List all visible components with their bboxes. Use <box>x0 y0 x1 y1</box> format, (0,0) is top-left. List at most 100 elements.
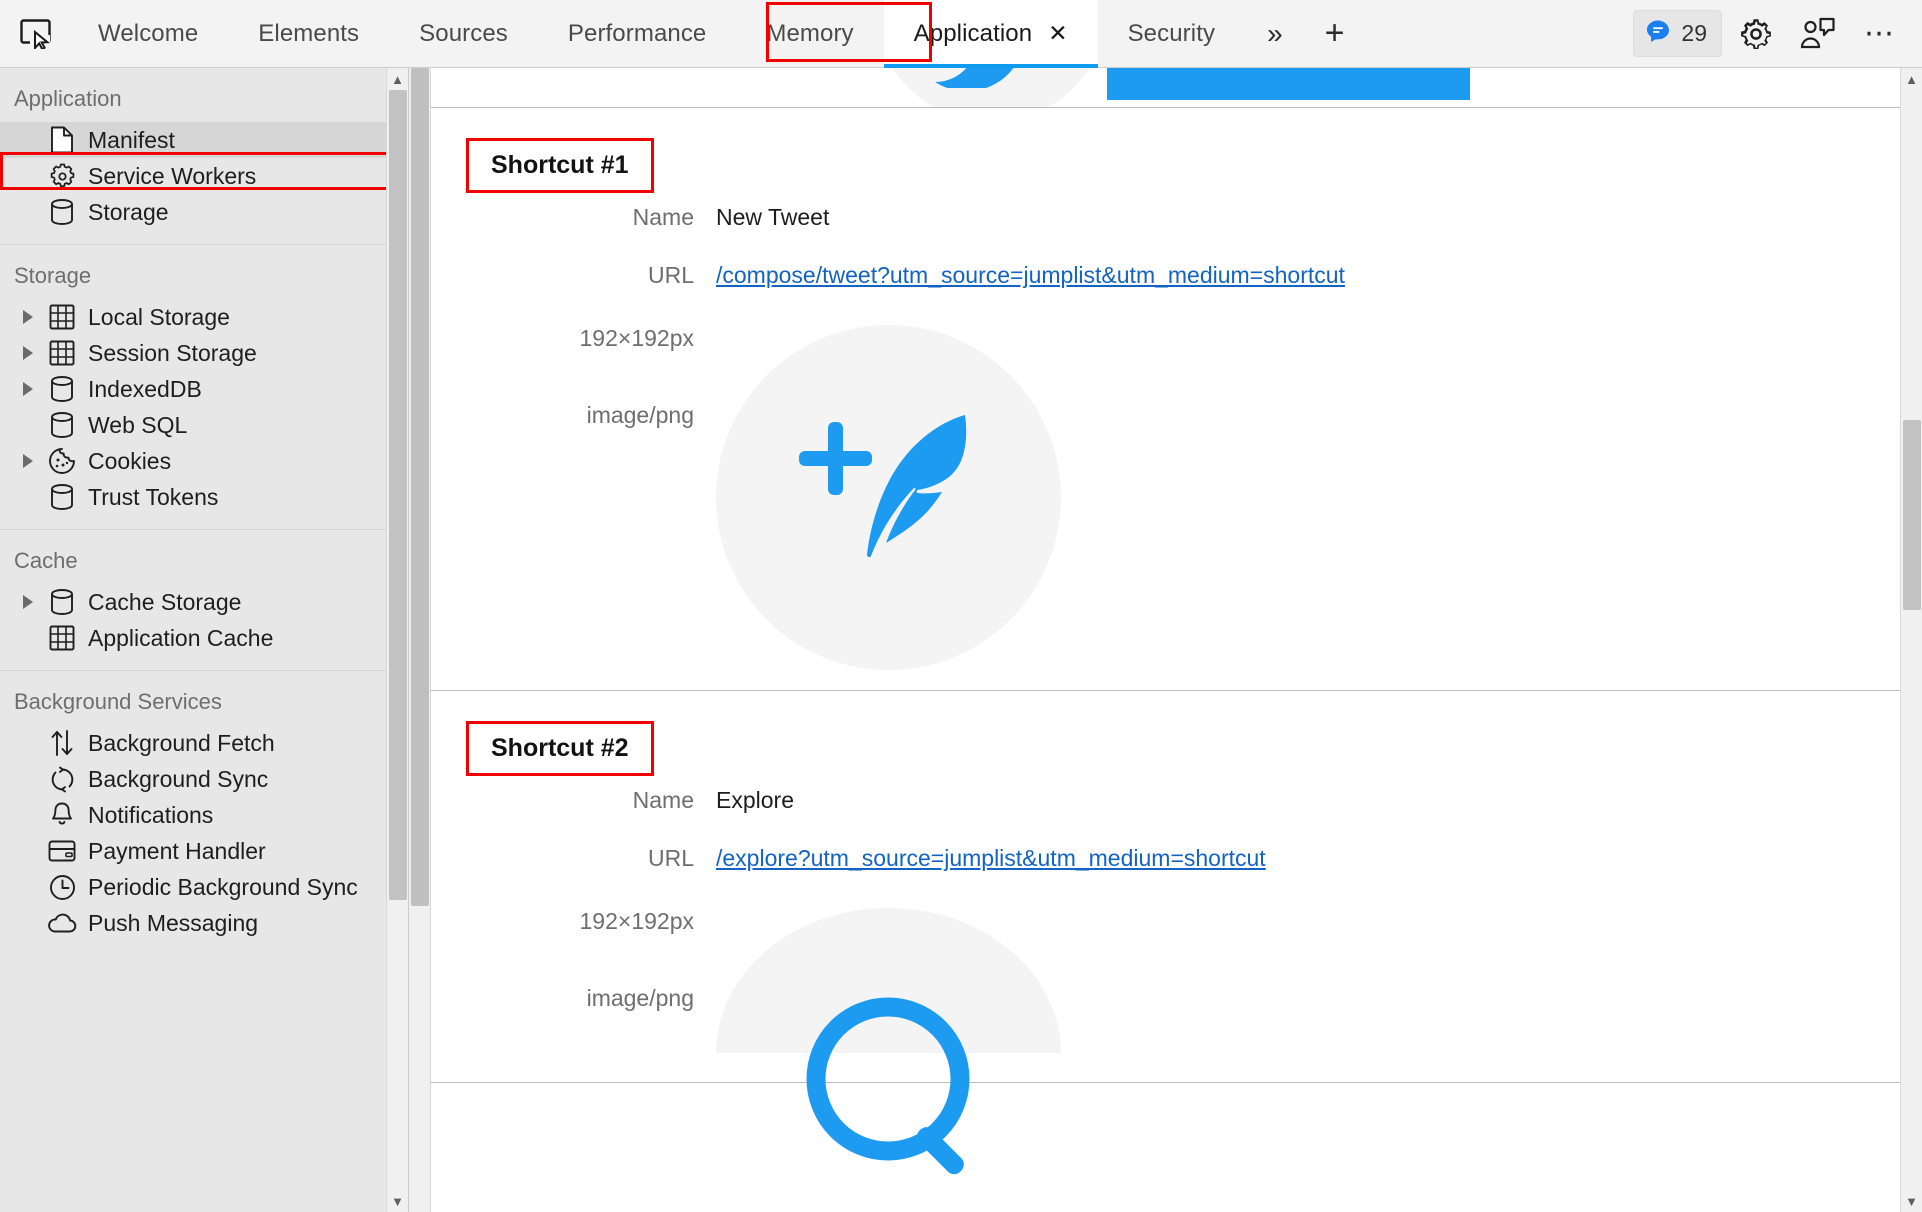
expand-triangle-icon[interactable] <box>14 310 42 324</box>
gear-icon <box>42 163 82 190</box>
table-grid-icon <box>42 304 82 330</box>
shortcut-1-image-type: image/png <box>586 402 694 429</box>
sidebar-item-label: Web SQL <box>88 411 188 438</box>
expand-triangle-icon[interactable] <box>14 382 42 396</box>
tab-sources[interactable]: Sources <box>389 0 538 68</box>
devtools-window: Welcome Elements Sources Performance Mem… <box>0 0 1922 1212</box>
shortcut-1-image-meta: 192×192px image/png <box>431 325 716 479</box>
expand-triangle-icon[interactable] <box>14 595 42 609</box>
shortcut-2-image-type: image/png <box>586 985 694 1012</box>
tab-security[interactable]: Security <box>1098 0 1246 68</box>
field-label-url: URL <box>647 844 694 871</box>
section-title: Cache <box>14 548 78 573</box>
sidebar-item-push-messaging[interactable]: Push Messaging <box>0 905 408 941</box>
sidebar-item-web-sql[interactable]: Web SQL <box>0 407 408 443</box>
shortcut-1-icon-preview <box>716 325 1061 671</box>
sidebar-item-cache-storage[interactable]: Cache Storage <box>0 584 408 620</box>
sidebar-item-label: Payment Handler <box>88 837 266 864</box>
twitter-explore-hashtag-icon <box>806 997 970 1175</box>
expand-triangle-icon[interactable] <box>14 346 42 360</box>
sidebar-item-periodic-background-sync[interactable]: Periodic Background Sync <box>0 869 408 905</box>
application-sidebar: Application Manifest Service Workers Sto… <box>0 68 409 1212</box>
tab-elements[interactable]: Elements <box>228 0 389 68</box>
sidebar-section-storage: Storage Local Storage Session Storage In… <box>0 245 408 530</box>
tab-label: Security <box>1127 19 1216 47</box>
sidebar-item-label: Notifications <box>88 801 214 828</box>
scroll-down-arrow-icon[interactable]: ▼ <box>387 1190 409 1212</box>
previous-icon-preview-strip <box>431 68 1922 108</box>
close-icon[interactable]: ✕ <box>1048 22 1067 45</box>
tab-label: Sources <box>419 19 508 47</box>
issues-badge[interactable]: 29 <box>1633 10 1722 57</box>
twitter-bird-icon-partial <box>935 68 1014 88</box>
sidebar-item-indexeddb[interactable]: IndexedDB <box>0 371 408 407</box>
shortcut-block-1: Shortcut #1 Name New Tweet URL /compose/… <box>431 108 1922 692</box>
tab-performance[interactable]: Performance <box>538 0 737 68</box>
sidebar-scrollbar[interactable]: ▲ ▼ <box>386 68 408 1212</box>
sidebar-item-label: Periodic Background Sync <box>88 873 358 900</box>
sidebar-item-cookies[interactable]: Cookies <box>0 443 408 479</box>
sidebar-item-label: Local Storage <box>88 303 230 330</box>
shortcut-1-icon-row: 192×192px image/png <box>431 325 1922 690</box>
toolbar-right-actions: 29 ⋯ <box>1633 6 1922 62</box>
sidebar-item-trust-tokens[interactable]: Trust Tokens <box>0 479 408 515</box>
tab-label: Welcome <box>98 19 199 47</box>
inspect-element-icon[interactable] <box>6 6 68 62</box>
database-icon <box>42 375 82 403</box>
manifest-scrollbar[interactable]: ▲ ▼ <box>1900 68 1922 1212</box>
field-label-name: Name <box>632 204 694 230</box>
sidebar-item-background-sync[interactable]: Background Sync <box>0 761 408 797</box>
add-panel-icon[interactable]: + <box>1305 0 1365 68</box>
scroll-up-arrow-icon[interactable]: ▲ <box>387 68 409 90</box>
database-icon <box>42 483 82 511</box>
feedback-person-icon[interactable] <box>1790 6 1846 62</box>
sidebar-item-payment-handler[interactable]: Payment Handler <box>0 833 408 869</box>
sidebar-scroll-track[interactable] <box>387 90 409 1190</box>
tab-memory[interactable]: Memory <box>736 0 883 68</box>
scroll-up-arrow-icon[interactable]: ▲ <box>1901 68 1922 90</box>
sidebar-item-application-cache[interactable]: Application Cache <box>0 620 408 656</box>
shortcut-2-icon-row: 192×192px image/png <box>431 908 1922 1175</box>
tab-welcome[interactable]: Welcome <box>68 0 228 68</box>
shortcut-2-url-link[interactable]: /explore?utm_source=jumplist&utm_medium=… <box>716 845 1266 873</box>
cookie-icon <box>42 447 82 475</box>
more-options-icon[interactable]: ⋯ <box>1852 6 1908 62</box>
sync-circular-arrows-icon <box>42 766 82 793</box>
issues-count: 29 <box>1681 20 1707 46</box>
sidebar-section-application: Application Manifest Service Workers Sto… <box>0 68 408 245</box>
shortcut-block-2: Shortcut #2 Name Explore URL /explore?ut… <box>431 691 1922 1175</box>
shortcut-2-image-size: 192×192px <box>579 908 694 935</box>
scroll-down-arrow-icon[interactable]: ▼ <box>1901 1190 1922 1212</box>
sidebar-item-label: Background Sync <box>88 765 269 792</box>
shortcut-1-url-link[interactable]: /compose/tweet?utm_source=jumplist&utm_m… <box>716 262 1345 290</box>
manifest-scroll-thumb[interactable] <box>1902 420 1921 610</box>
shortcut-2-header: Shortcut #2 <box>431 691 1922 777</box>
sidebar-item-local-storage[interactable]: Local Storage <box>0 299 408 335</box>
sidebar-scroll-thumb[interactable] <box>388 90 407 900</box>
shortcut-2-url-field: URL /explore?utm_source=jumplist&utm_med… <box>431 845 1922 873</box>
shortcut-1-title: Shortcut #1 <box>466 138 654 193</box>
shortcut-2-image-meta: 192×192px image/png <box>431 908 716 1062</box>
section-title: Background Services <box>14 689 222 714</box>
sidebar-item-background-fetch[interactable]: Background Fetch <box>0 725 408 761</box>
clock-icon <box>42 874 82 901</box>
shortcut-1-url-field: URL /compose/tweet?utm_source=jumplist&u… <box>431 262 1922 290</box>
sidebar-item-notifications[interactable]: Notifications <box>0 797 408 833</box>
tab-application[interactable]: Application ✕ <box>883 0 1098 68</box>
sidebar-item-storage[interactable]: Storage <box>0 194 408 230</box>
expand-triangle-icon[interactable] <box>14 454 42 468</box>
tab-label: Application <box>913 19 1033 47</box>
table-grid-icon <box>42 625 82 651</box>
more-tabs-icon[interactable]: » <box>1245 0 1305 68</box>
gear-icon[interactable] <box>1728 6 1784 62</box>
sidebar-item-label: Application Cache <box>88 624 274 651</box>
section-title: Storage <box>14 263 92 288</box>
sidebar-item-label: IndexedDB <box>88 375 202 402</box>
manifest-scroll-track[interactable] <box>1901 90 1922 1190</box>
shortcut-1-name-field: Name New Tweet <box>431 204 1922 232</box>
sidebar-item-service-workers[interactable]: Service Workers <box>0 158 408 194</box>
shortcut-1-header: Shortcut #1 <box>431 108 1922 193</box>
sidebar-item-session-storage[interactable]: Session Storage <box>0 335 408 371</box>
sidebar-item-label: Push Messaging <box>88 909 259 936</box>
sidebar-item-manifest[interactable]: Manifest <box>0 122 408 158</box>
